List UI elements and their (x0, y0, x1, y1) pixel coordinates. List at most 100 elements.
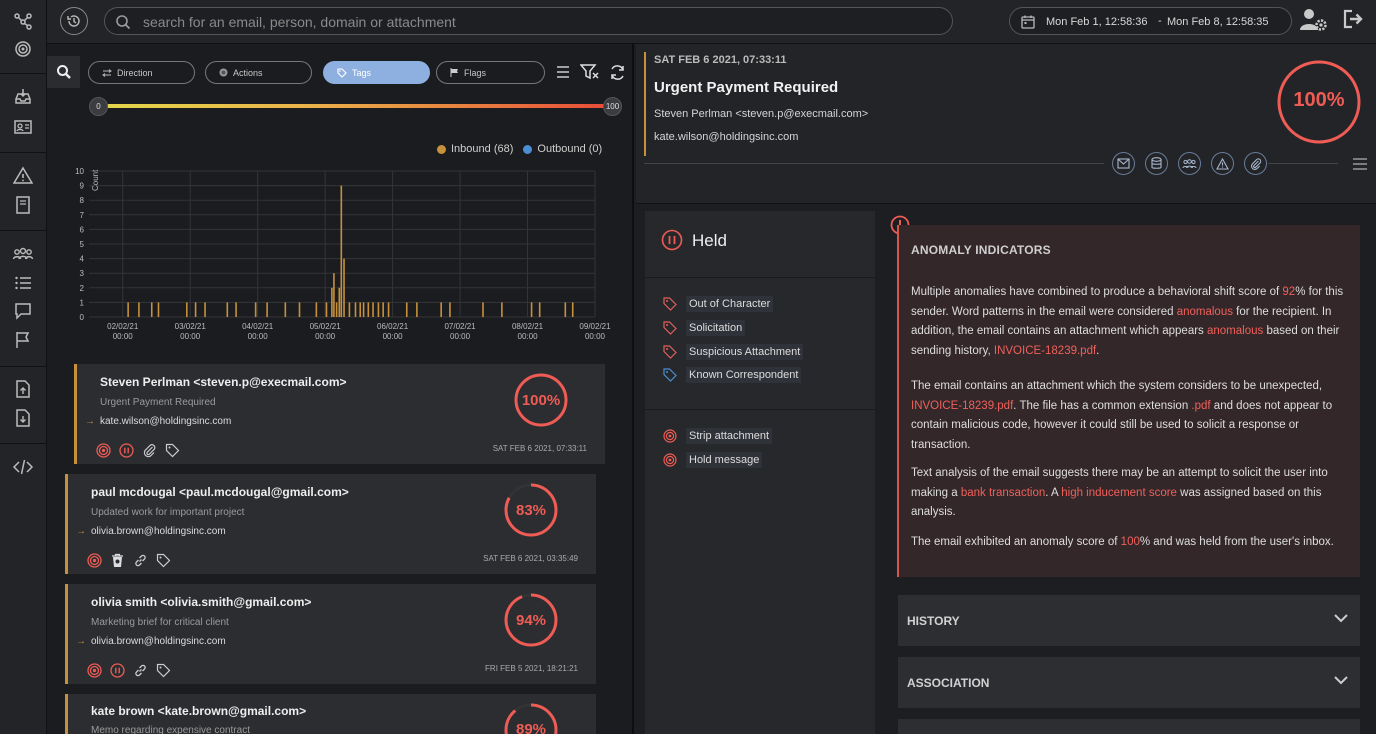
hold-icon[interactable] (119, 443, 134, 458)
document-upload-icon[interactable] (10, 376, 36, 402)
paperclip-icon[interactable] (142, 443, 157, 458)
chart-x-tick-label: 00:00 (450, 332, 471, 341)
chart-x-tick-label: 00:00 (113, 332, 134, 341)
direction-indicator (65, 474, 68, 574)
score-min-handle[interactable]: 0 (89, 97, 108, 116)
swap-arrows-icon (102, 68, 112, 77)
score-max-handle[interactable]: 100 (603, 97, 622, 116)
tag-icon (663, 297, 677, 311)
anomaly-paragraph: Multiple anomalies have combined to prod… (911, 286, 1344, 357)
tag-icon[interactable] (165, 443, 180, 458)
warning-icon[interactable] (10, 163, 36, 189)
filter-pill-direction[interactable]: Direction (88, 61, 195, 84)
id-card-icon[interactable] (10, 114, 36, 140)
history-button[interactable] (60, 7, 88, 35)
email-list-item[interactable]: olivia smith <olivia.smith@gmail.com> Ma… (65, 584, 596, 684)
history-section[interactable]: HISTORY (898, 595, 1360, 646)
database-icon[interactable] (1145, 152, 1168, 175)
strip-attachment-icon[interactable] (96, 443, 111, 458)
collapsed-section[interactable] (898, 719, 1360, 734)
hold-icon[interactable] (110, 663, 125, 678)
trash-icon[interactable] (110, 553, 125, 568)
email-list-item[interactable]: kate brown <kate.brown@gmail.com> Memo r… (65, 694, 596, 734)
email-recipient: kate.wilson@holdingsinc.com (100, 416, 232, 427)
email-sender: Steven Perlman <steven.p@execmail.com> (100, 375, 347, 389)
direction-indicator (65, 694, 68, 734)
attachment-link[interactable]: INVOICE-18239.pdf (911, 400, 1013, 412)
list-icon[interactable] (10, 270, 36, 296)
chart-y-tick-label: 0 (80, 313, 85, 322)
email-subject: Urgent Payment Required (100, 397, 216, 408)
tag-suspicious-attachment[interactable]: Suspicious Attachment (663, 344, 804, 360)
search-input[interactable] (143, 12, 933, 32)
direction-indicator (644, 52, 646, 156)
action-strip-attachment[interactable]: Strip attachment (663, 428, 773, 444)
chart-x-tick-label: 07/02/21 (444, 322, 476, 331)
email-sender: paul mcdougal <paul.mcdougal@gmail.com> (91, 485, 349, 499)
score-range-slider[interactable] (107, 104, 607, 108)
tag-icon[interactable] (156, 663, 171, 678)
chart-y-tick-label: 10 (75, 167, 84, 176)
chart-x-tick-label: 09/02/21 (579, 322, 611, 331)
paperclip-icon[interactable] (1244, 152, 1267, 175)
nav-rail (0, 0, 47, 734)
action-hold-message[interactable]: Hold message (663, 452, 763, 468)
filter-search-button[interactable] (47, 56, 80, 88)
group-icon[interactable] (1178, 152, 1201, 175)
notebook-icon[interactable] (10, 192, 36, 218)
association-section[interactable]: ASSOCIATION (898, 657, 1360, 708)
search-icon (116, 15, 131, 30)
date-range-picker[interactable]: Mon Feb 1, 12:58:36 - Mon Feb 8, 12:58:3… (1009, 7, 1292, 35)
filter-pill-flags[interactable]: Flags (436, 61, 545, 84)
refresh-icon[interactable] (609, 64, 626, 81)
top-bar: Mon Feb 1, 12:58:36 - Mon Feb 8, 12:58:3… (47, 0, 1376, 44)
document-download-icon[interactable] (10, 405, 36, 431)
chat-bubble-icon[interactable] (10, 298, 36, 324)
email-date: SAT FEB 6 2021, 07:33:11 (492, 444, 587, 453)
legend-item-outbound[interactable]: Outbound (0) (523, 143, 602, 155)
chart-x-tick-label: 02/02/21 (107, 322, 139, 331)
recipient-arrow-icon: → (76, 636, 86, 647)
selected-indicator (74, 364, 77, 464)
tag-label: Out of Character (686, 296, 774, 312)
strip-attachment-icon[interactable] (87, 553, 102, 568)
target-icon (219, 68, 228, 77)
chevron-down-icon (1334, 614, 1348, 623)
menu-lines-icon[interactable] (1352, 157, 1368, 171)
email-list-item[interactable]: paul mcdougal <paul.mcdougal@gmail.com> … (65, 474, 596, 574)
code-icon[interactable] (10, 454, 36, 480)
inbox-download-icon[interactable] (10, 84, 36, 110)
date-range-start: Mon Feb 1, 12:58:36 (1046, 16, 1148, 28)
tag-known-correspondent[interactable]: Known Correspondent (663, 367, 802, 383)
chart-y-tick-label: 5 (80, 240, 85, 249)
email-subject: Memo regarding expensive contract (91, 725, 250, 734)
strip-attachment-icon[interactable] (87, 663, 102, 678)
tag-icon[interactable] (156, 553, 171, 568)
user-settings-icon[interactable] (1299, 7, 1329, 33)
attachment-link[interactable]: INVOICE-18239.pdf (994, 345, 1096, 357)
filter-pill-label: Flags (464, 67, 487, 78)
menu-lines-icon[interactable] (555, 64, 571, 80)
filter-pill-tags[interactable]: Tags (323, 61, 430, 84)
anomaly-title: ANOMALY INDICATORS (911, 243, 1051, 257)
radar-icon[interactable] (10, 36, 36, 62)
filter-pill-actions[interactable]: Actions (205, 61, 312, 84)
flag-icon[interactable] (10, 327, 36, 353)
link-icon[interactable] (133, 553, 148, 568)
warning-icon[interactable] (1211, 152, 1234, 175)
email-list-item[interactable]: Steven Perlman <steven.p@execmail.com> U… (74, 364, 605, 464)
tag-solicitation[interactable]: Solicitation (663, 320, 746, 336)
group-icon[interactable] (10, 241, 36, 267)
chart-x-tick-label: 03/02/21 (175, 322, 207, 331)
anomaly-paragraph: The email contains an attachment which t… (911, 380, 1333, 451)
chart-y-tick-label: 4 (80, 255, 85, 264)
tag-out-of-character[interactable]: Out of Character (663, 296, 774, 312)
legend-item-inbound[interactable]: Inbound (68) (437, 143, 513, 155)
chart-y-tick-label: 3 (80, 269, 85, 278)
graph-nodes-icon[interactable] (10, 8, 36, 34)
logout-icon[interactable] (1343, 9, 1365, 29)
link-icon[interactable] (133, 663, 148, 678)
filter-clear-icon[interactable] (580, 64, 599, 80)
tag-icon (663, 368, 677, 382)
envelope-icon[interactable] (1112, 152, 1135, 175)
